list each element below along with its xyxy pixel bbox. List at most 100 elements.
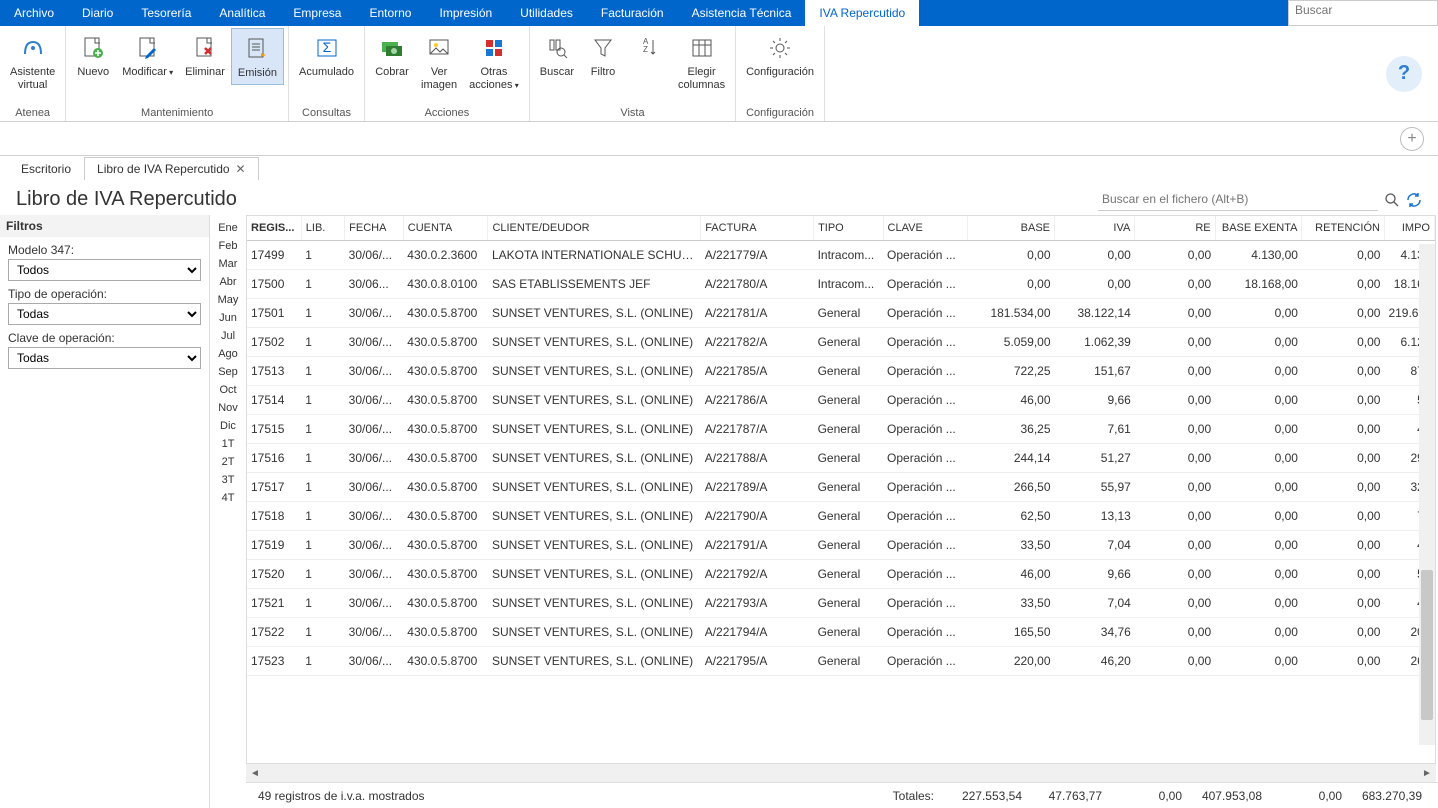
cell-exenta: 0,00 bbox=[1215, 502, 1302, 531]
menu-entorno[interactable]: Entorno bbox=[355, 0, 425, 26]
scroll-right-arrow-icon[interactable]: ► bbox=[1418, 764, 1436, 782]
col-fecha[interactable]: FECHA bbox=[345, 216, 404, 241]
table-row[interactable]: 17519130/06/...430.0.5.8700SUNSET VENTUR… bbox=[247, 531, 1435, 560]
month-ago[interactable]: Ago bbox=[210, 345, 246, 363]
menu-archivo[interactable]: Archivo bbox=[0, 0, 68, 26]
ribbon-acumulado-button[interactable]: ΣAcumulado bbox=[293, 28, 360, 83]
col-base[interactable]: BASE bbox=[968, 216, 1055, 241]
month-abr[interactable]: Abr bbox=[210, 273, 246, 291]
ribbon-buscar-button[interactable]: Buscar bbox=[534, 28, 580, 83]
cell-iva: 151,67 bbox=[1055, 357, 1135, 386]
col-impo[interactable]: IMPO bbox=[1384, 216, 1434, 241]
cell-re: 0,00 bbox=[1135, 473, 1215, 502]
cell-clave: Operación ... bbox=[883, 473, 968, 502]
horizontal-scrollbar[interactable]: ◄ ► bbox=[246, 764, 1436, 782]
month-mar[interactable]: Mar bbox=[210, 255, 246, 273]
table-row[interactable]: 17502130/06/...430.0.5.8700SUNSET VENTUR… bbox=[247, 328, 1435, 357]
table-row[interactable]: 17513130/06/...430.0.5.8700SUNSET VENTUR… bbox=[247, 357, 1435, 386]
col-tipo[interactable]: TIPO bbox=[814, 216, 883, 241]
col-factura[interactable]: FACTURA bbox=[701, 216, 814, 241]
filter-modelo347-select[interactable]: Todos bbox=[8, 259, 201, 281]
col-iva[interactable]: IVA bbox=[1055, 216, 1135, 241]
month-jul[interactable]: Jul bbox=[210, 327, 246, 345]
filter-tipo-select[interactable]: Todas bbox=[8, 303, 201, 325]
file-search-input[interactable] bbox=[1098, 188, 1378, 211]
ribbon-emision-button[interactable]: Emisión bbox=[231, 28, 284, 85]
col-cliente[interactable]: CLIENTE/DEUDOR bbox=[488, 216, 701, 241]
table-row[interactable]: 17514130/06/...430.0.5.8700SUNSET VENTUR… bbox=[247, 386, 1435, 415]
month-3t[interactable]: 3T bbox=[210, 471, 246, 489]
ribbon-cobrar-button[interactable]: Cobrar bbox=[369, 28, 415, 83]
doc-tab-0[interactable]: Escritorio bbox=[8, 157, 84, 180]
month-may[interactable]: May bbox=[210, 291, 246, 309]
scroll-left-arrow-icon[interactable]: ◄ bbox=[246, 764, 264, 782]
ribbon-otras-label: Otrasacciones ▾ bbox=[469, 66, 519, 92]
menu-tesorera[interactable]: Tesorería bbox=[127, 0, 205, 26]
cell-tipo: General bbox=[814, 357, 883, 386]
cell-lib: 1 bbox=[301, 589, 344, 618]
vertical-scrollbar[interactable] bbox=[1419, 244, 1435, 745]
col-ret[interactable]: RETENCIÓN bbox=[1302, 216, 1384, 241]
menu-impresin[interactable]: Impresión bbox=[425, 0, 506, 26]
ribbon-asistente-button[interactable]: Asistentevirtual bbox=[4, 28, 61, 96]
month-1t[interactable]: 1T bbox=[210, 435, 246, 453]
col-cuenta[interactable]: CUENTA bbox=[403, 216, 488, 241]
table-row[interactable]: 17520130/06/...430.0.5.8700SUNSET VENTUR… bbox=[247, 560, 1435, 589]
ribbon-verimagen-button[interactable]: Verimagen bbox=[415, 28, 463, 96]
col-lib[interactable]: LIB. bbox=[301, 216, 344, 241]
cell-cuenta: 430.0.5.8700 bbox=[403, 531, 488, 560]
month-ene[interactable]: Ene bbox=[210, 219, 246, 237]
menu-facturacin[interactable]: Facturación bbox=[587, 0, 678, 26]
ribbon-otras-button[interactable]: Otrasacciones ▾ bbox=[463, 28, 525, 96]
table-row[interactable]: 17521130/06/...430.0.5.8700SUNSET VENTUR… bbox=[247, 589, 1435, 618]
menu-utilidades[interactable]: Utilidades bbox=[506, 0, 587, 26]
close-icon[interactable]: ✕ bbox=[236, 162, 246, 176]
month-4t[interactable]: 4T bbox=[210, 489, 246, 507]
table-row[interactable]: 17515130/06/...430.0.5.8700SUNSET VENTUR… bbox=[247, 415, 1435, 444]
search-icon[interactable] bbox=[1384, 192, 1400, 208]
ribbon-orden-button[interactable]: AZ bbox=[626, 28, 672, 68]
doc-tab-1[interactable]: Libro de IVA Repercutido✕ bbox=[84, 157, 259, 180]
month-dic[interactable]: Dic bbox=[210, 417, 246, 435]
table-row[interactable]: 17518130/06/...430.0.5.8700SUNSET VENTUR… bbox=[247, 502, 1435, 531]
month-2t[interactable]: 2T bbox=[210, 453, 246, 471]
table-row[interactable]: 17499130/06/...430.0.2.3600LAKOTA INTERN… bbox=[247, 241, 1435, 270]
global-search-input[interactable] bbox=[1289, 1, 1437, 19]
col-exenta[interactable]: BASE EXENTA bbox=[1215, 216, 1302, 241]
table-row[interactable]: 17517130/06/...430.0.5.8700SUNSET VENTUR… bbox=[247, 473, 1435, 502]
add-circle-button[interactable]: + bbox=[1400, 127, 1424, 151]
filter-clave-select[interactable]: Todas bbox=[8, 347, 201, 369]
ribbon-eliminar-button[interactable]: Eliminar bbox=[179, 28, 231, 83]
help-icon[interactable]: ? bbox=[1386, 56, 1422, 92]
month-feb[interactable]: Feb bbox=[210, 237, 246, 255]
table-row[interactable]: 17523130/06/...430.0.5.8700SUNSET VENTUR… bbox=[247, 647, 1435, 676]
menu-asistenciatcnica[interactable]: Asistencia Técnica bbox=[678, 0, 806, 26]
elegircol-icon bbox=[686, 32, 718, 64]
cell-regis: 17519 bbox=[247, 531, 301, 560]
menu-analtica[interactable]: Analítica bbox=[205, 0, 279, 26]
month-nov[interactable]: Nov bbox=[210, 399, 246, 417]
menu-empresa[interactable]: Empresa bbox=[279, 0, 355, 26]
ribbon-filtro-label: Filtro bbox=[591, 66, 615, 79]
refresh-icon[interactable] bbox=[1406, 192, 1422, 208]
col-clave[interactable]: CLAVE bbox=[883, 216, 968, 241]
month-jun[interactable]: Jun bbox=[210, 309, 246, 327]
ribbon-modificar-button[interactable]: Modificar ▾ bbox=[116, 28, 179, 83]
table-row[interactable]: 17501130/06/...430.0.5.8700SUNSET VENTUR… bbox=[247, 299, 1435, 328]
table-row[interactable]: 17500130/06...430.0.8.0100SAS ETABLISSEM… bbox=[247, 270, 1435, 299]
global-search bbox=[1288, 0, 1438, 26]
col-re[interactable]: RE bbox=[1135, 216, 1215, 241]
table-row[interactable]: 17522130/06/...430.0.5.8700SUNSET VENTUR… bbox=[247, 618, 1435, 647]
menu-ivarepercutido[interactable]: IVA Repercutido bbox=[805, 0, 919, 26]
ribbon-filtro-button[interactable]: Filtro bbox=[580, 28, 626, 83]
ribbon-elegircol-button[interactable]: Elegircolumnas bbox=[672, 28, 731, 96]
col-regis[interactable]: REGIS... bbox=[247, 216, 301, 241]
month-sep[interactable]: Sep bbox=[210, 363, 246, 381]
month-oct[interactable]: Oct bbox=[210, 381, 246, 399]
table-row[interactable]: 17516130/06/...430.0.5.8700SUNSET VENTUR… bbox=[247, 444, 1435, 473]
menu-diario[interactable]: Diario bbox=[68, 0, 127, 26]
cell-factura: A/221779/A bbox=[701, 241, 814, 270]
ribbon-config-button[interactable]: Configuración bbox=[740, 28, 820, 83]
ribbon-nuevo-button[interactable]: Nuevo bbox=[70, 28, 116, 83]
grid-scroll[interactable]: REGIS...LIB.FECHACUENTACLIENTE/DEUDORFAC… bbox=[246, 215, 1436, 764]
